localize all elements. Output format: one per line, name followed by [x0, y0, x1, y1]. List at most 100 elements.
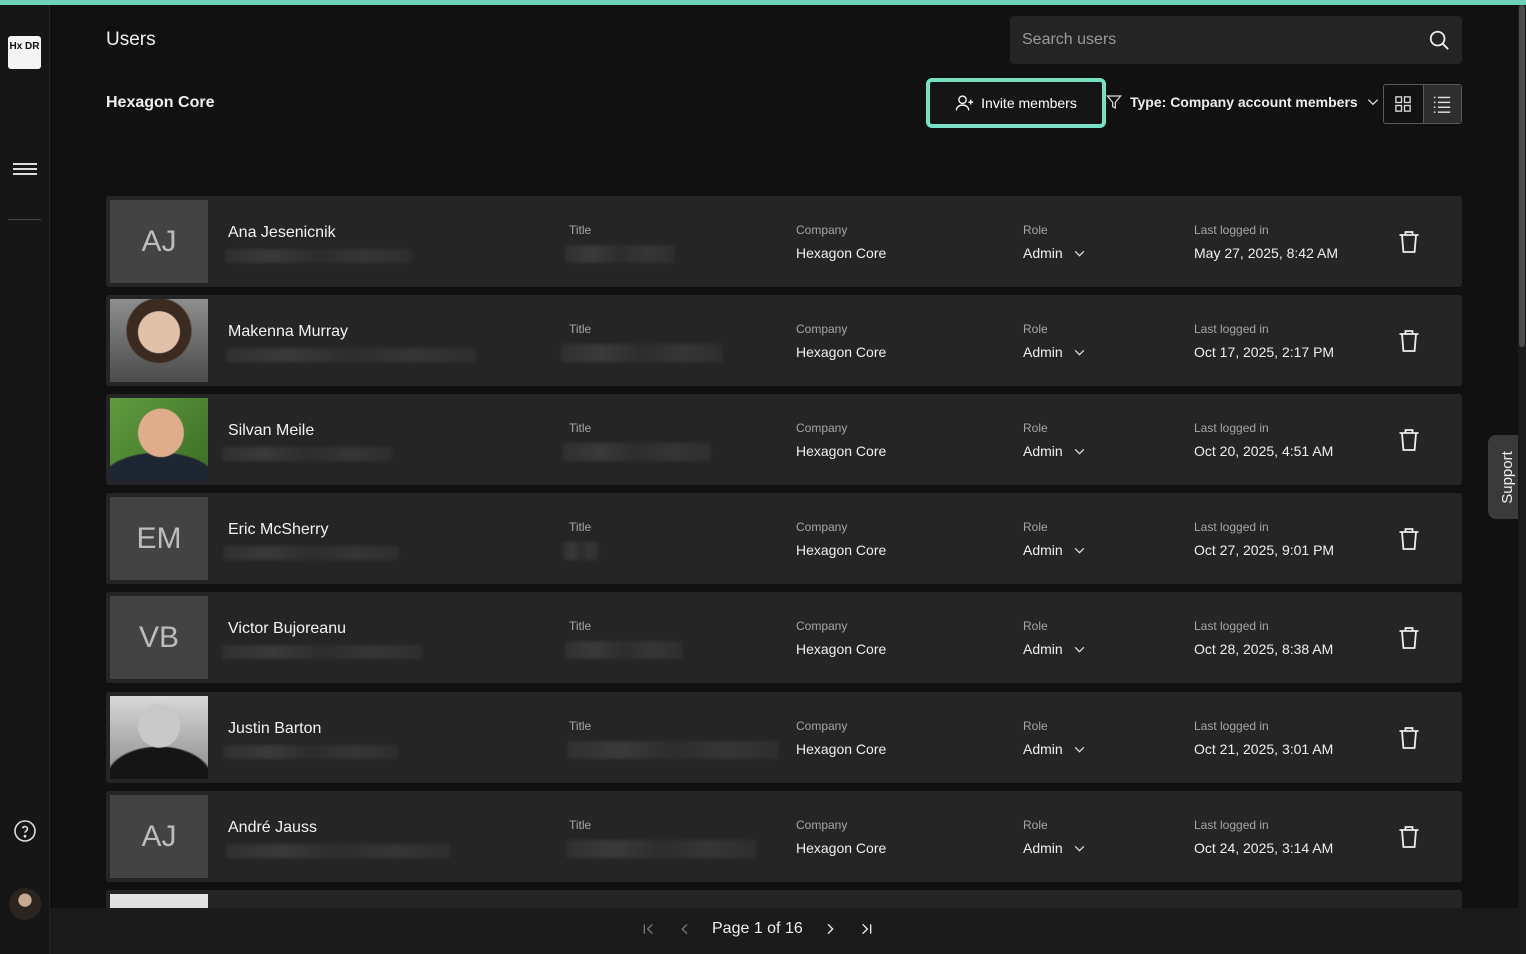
invite-members-label: Invite members — [981, 95, 1077, 111]
last-logged-in-label: Last logged in — [1194, 619, 1269, 633]
role-dropdown[interactable]: Admin — [1023, 641, 1086, 657]
app-logo[interactable]: Hx DR — [8, 36, 41, 69]
role-dropdown[interactable]: Admin — [1023, 741, 1086, 757]
first-page-icon — [643, 923, 653, 935]
last-logged-in-value: Oct 27, 2025, 9:01 PM — [1194, 542, 1335, 558]
role-value: Admin — [1023, 443, 1063, 459]
user-name: Makenna Murray — [228, 323, 349, 340]
pagination: Page 1 of 16 — [640, 920, 875, 938]
user-row[interactable]: Justin Barton Title Company Hexagon Core… — [106, 692, 1462, 783]
search-icon[interactable] — [1428, 29, 1450, 51]
chevron-down-icon — [1367, 99, 1378, 106]
help-icon[interactable] — [13, 819, 37, 843]
role-label: Role — [1023, 322, 1048, 336]
avatar-photo — [110, 696, 208, 779]
user-row[interactable]: EM Eric McSherry Title Company Hexagon C… — [106, 493, 1462, 584]
filter-icon — [1106, 95, 1122, 109]
delete-icon[interactable] — [1398, 726, 1420, 750]
next-page-button[interactable] — [821, 920, 839, 938]
redacted-email — [226, 249, 412, 263]
title-label: Title — [569, 818, 592, 832]
list-icon — [1434, 96, 1451, 113]
page-indicator: Page 1 of 16 — [712, 920, 803, 937]
avatar-initials: VB — [138, 620, 180, 654]
search-box — [1010, 16, 1462, 64]
user-row[interactable]: VB Victor Bujoreanu Title Company Hexago… — [106, 592, 1462, 683]
list-view-button[interactable] — [1422, 85, 1461, 123]
last-logged-in-label: Last logged in — [1194, 719, 1269, 733]
last-logged-in-value: Oct 24, 2025, 3:14 AM — [1194, 840, 1334, 856]
grid-icon — [1395, 96, 1412, 112]
title-label: Title — [569, 322, 592, 336]
company-value: Hexagon Core — [796, 344, 887, 360]
chevron-down-icon — [1074, 349, 1084, 356]
last-page-button[interactable] — [857, 920, 875, 938]
user-row[interactable]: Makenna Murray Title Company Hexagon Cor… — [106, 295, 1462, 386]
last-logged-in-value: Oct 28, 2025, 8:38 AM — [1194, 641, 1334, 657]
delete-icon[interactable] — [1398, 626, 1420, 650]
user-list: AJ Ana Jesenicnik Title Company Hexagon … — [106, 196, 1462, 909]
chevron-down-icon — [1074, 250, 1084, 257]
role-dropdown[interactable]: Admin — [1023, 344, 1086, 360]
redacted-title — [565, 245, 675, 263]
sidebar-divider — [8, 219, 41, 220]
title-label: Title — [569, 520, 592, 534]
company-value: Hexagon Core — [796, 741, 887, 757]
last-logged-in-value: May 27, 2025, 8:42 AM — [1194, 245, 1338, 261]
delete-icon[interactable] — [1398, 428, 1420, 452]
avatar-photo — [110, 894, 208, 909]
role-dropdown[interactable]: Admin — [1023, 542, 1086, 558]
redacted-email — [224, 745, 398, 759]
view-toggle — [1383, 84, 1462, 124]
user-row[interactable]: Silvan Meile Title Company Hexagon Core … — [106, 394, 1462, 485]
previous-page-button[interactable] — [676, 920, 694, 938]
role-label: Role — [1023, 223, 1048, 237]
user-row[interactable]: AJ Ana Jesenicnik Title Company Hexagon … — [106, 196, 1462, 287]
title-label: Title — [569, 619, 592, 633]
role-dropdown[interactable]: Admin — [1023, 840, 1086, 856]
invite-members-button[interactable]: Invite members — [926, 78, 1106, 128]
type-filter-dropdown[interactable]: Type: Company account members — [1106, 94, 1380, 110]
avatar-photo — [110, 299, 208, 382]
user-avatar[interactable] — [9, 888, 41, 920]
company-label: Company — [796, 520, 848, 534]
filter-label: Type: Company account members — [1130, 94, 1358, 110]
redacted-title — [563, 542, 599, 560]
user-name: Eric McSherry — [228, 521, 329, 538]
title-label: Title — [569, 719, 592, 733]
last-logged-in-label: Last logged in — [1194, 520, 1269, 534]
hamburger-menu-icon[interactable] — [13, 160, 37, 180]
scrollbar-thumb[interactable] — [1519, 5, 1525, 347]
user-row[interactable]: AJ André Jauss Title Company Hexagon Cor… — [106, 791, 1462, 882]
company-label: Company — [796, 818, 848, 832]
role-label: Role — [1023, 818, 1048, 832]
user-name: Victor Bujoreanu — [228, 620, 346, 637]
search-input[interactable] — [1010, 16, 1420, 64]
user-name: André Jauss — [228, 819, 317, 836]
redacted-email — [222, 645, 422, 659]
delete-icon[interactable] — [1398, 329, 1420, 353]
delete-icon[interactable] — [1398, 230, 1420, 254]
first-page-button[interactable] — [640, 920, 658, 938]
chevron-down-icon — [1074, 746, 1084, 753]
main-content: Users Hexagon Core Invite members Type: … — [50, 5, 1518, 954]
role-label: Role — [1023, 421, 1048, 435]
role-dropdown[interactable]: Admin — [1023, 443, 1086, 459]
delete-icon[interactable] — [1398, 527, 1420, 551]
role-dropdown[interactable]: Admin — [1023, 245, 1086, 261]
last-page-icon — [861, 923, 872, 935]
last-logged-in-value: Oct 21, 2025, 3:01 AM — [1194, 741, 1334, 757]
role-label: Role — [1023, 719, 1048, 733]
sidebar: Hx DR — [0, 5, 50, 954]
company-value: Hexagon Core — [796, 443, 887, 459]
delete-icon[interactable] — [1398, 825, 1420, 849]
company-value: Hexagon Core — [796, 840, 887, 856]
chevron-right-icon — [827, 923, 834, 935]
company-value: Hexagon Core — [796, 245, 887, 261]
grid-view-button[interactable] — [1384, 85, 1423, 123]
user-row[interactable] — [106, 890, 1462, 909]
avatar: AJ — [110, 795, 208, 878]
redacted-email — [224, 546, 399, 560]
redacted-email — [222, 447, 392, 461]
avatar: EM — [110, 497, 208, 580]
